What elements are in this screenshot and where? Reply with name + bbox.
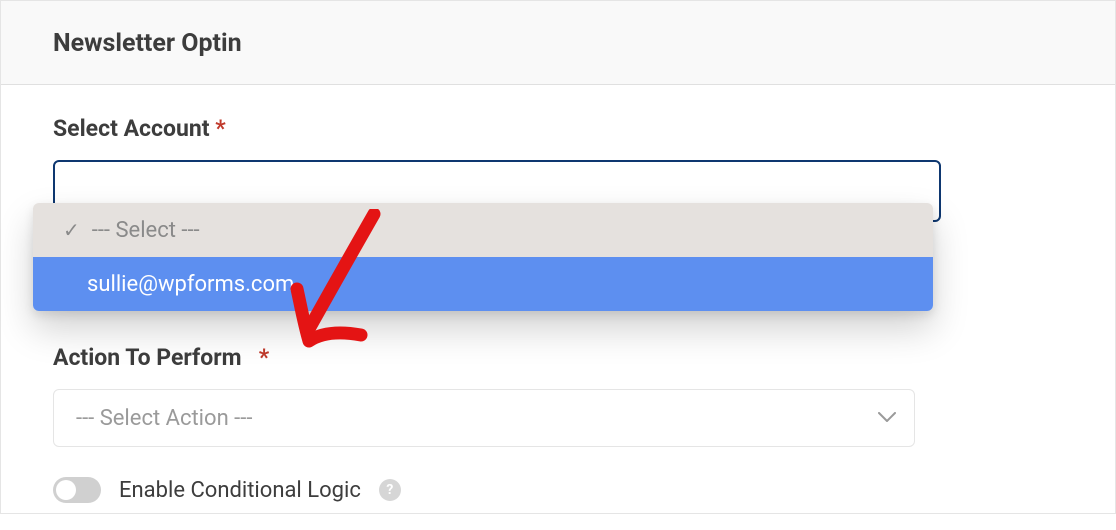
toggle-knob <box>56 480 76 500</box>
panel-title: Newsletter Optin <box>53 29 1063 58</box>
checkmark-icon: ✓ <box>63 218 80 242</box>
row-conditional-logic: Enable Conditional Logic ? <box>53 477 1063 503</box>
dropdown-option-account[interactable]: sullie@wpforms.com <box>33 257 933 311</box>
option-label: --- Select --- <box>92 218 200 243</box>
label-select-account: Select Account * <box>53 115 1063 142</box>
label-space <box>247 344 253 371</box>
label-text: Action To Perform <box>53 344 242 371</box>
label-text: Select Account <box>53 115 210 142</box>
required-asterisk: * <box>215 115 225 142</box>
dropdown-option-placeholder[interactable]: ✓ --- Select --- <box>33 203 933 257</box>
dropdown-select-account-open: ✓ --- Select --- sullie@wpforms.com <box>33 203 933 311</box>
label-conditional-logic: Enable Conditional Logic <box>119 478 361 503</box>
chevron-down-icon <box>878 412 896 424</box>
help-icon[interactable]: ? <box>379 479 401 501</box>
label-action-to-perform: Action To Perform * <box>53 344 1063 371</box>
field-action-to-perform: Action To Perform * --- Select Action --… <box>53 344 1063 447</box>
select-placeholder: --- Select Action --- <box>76 406 252 431</box>
select-action-to-perform[interactable]: --- Select Action --- <box>53 389 915 447</box>
option-label: sullie@wpforms.com <box>87 272 294 297</box>
required-asterisk: * <box>259 344 269 371</box>
toggle-conditional-logic[interactable] <box>53 477 101 503</box>
panel-header: Newsletter Optin <box>1 0 1115 85</box>
